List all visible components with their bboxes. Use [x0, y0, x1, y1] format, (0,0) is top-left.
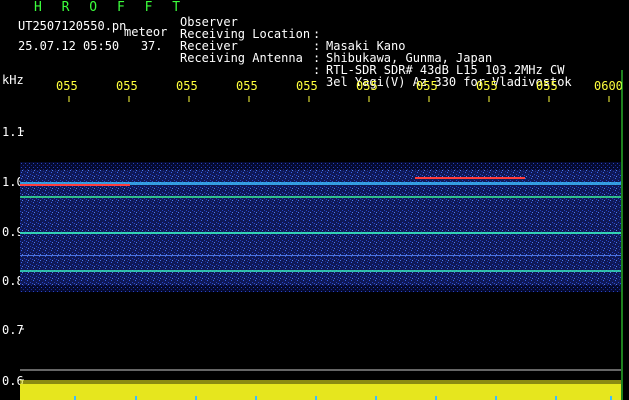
x-tick-marks [68, 96, 610, 102]
meta-label: Receiving Antenna [180, 51, 303, 65]
spectrogram [20, 70, 623, 400]
meta-row-antenna: Receiving Antenna : 3el Yagi(V) Az 330 f… [180, 40, 572, 88]
y-tick: 0.7 [2, 323, 24, 337]
intensity-bar [20, 380, 621, 400]
y-tick: 0.9 [2, 225, 24, 239]
meta-row-receiver: Receiver : RTL-SDR SDR# 43dB L15 103.2MH… [180, 28, 564, 76]
app-title: H R O F F T [34, 0, 187, 15]
signal-band [20, 170, 621, 285]
meta-row-observer: Observer : Masaki Kano [180, 4, 405, 52]
meta-row-location: Receiving Location : Shibukawa, Gunma, J… [180, 16, 492, 64]
y-tick: 1.1 [2, 125, 24, 139]
y-tick: 1.0 [2, 175, 24, 189]
date-time: 25.07.12 05:50 37. [18, 39, 163, 53]
metadata-block: Observer : Masaki Kano Receiving Locatio… [180, 4, 572, 88]
header: H R O F F T UT2507120550.pn meteor 25.07… [0, 0, 629, 88]
file-name: UT2507120550.pn [18, 19, 127, 33]
y-tick: 0.6 [2, 374, 24, 388]
y-tick: 0.8 [2, 274, 24, 288]
file-suffix: meteor [124, 25, 168, 39]
